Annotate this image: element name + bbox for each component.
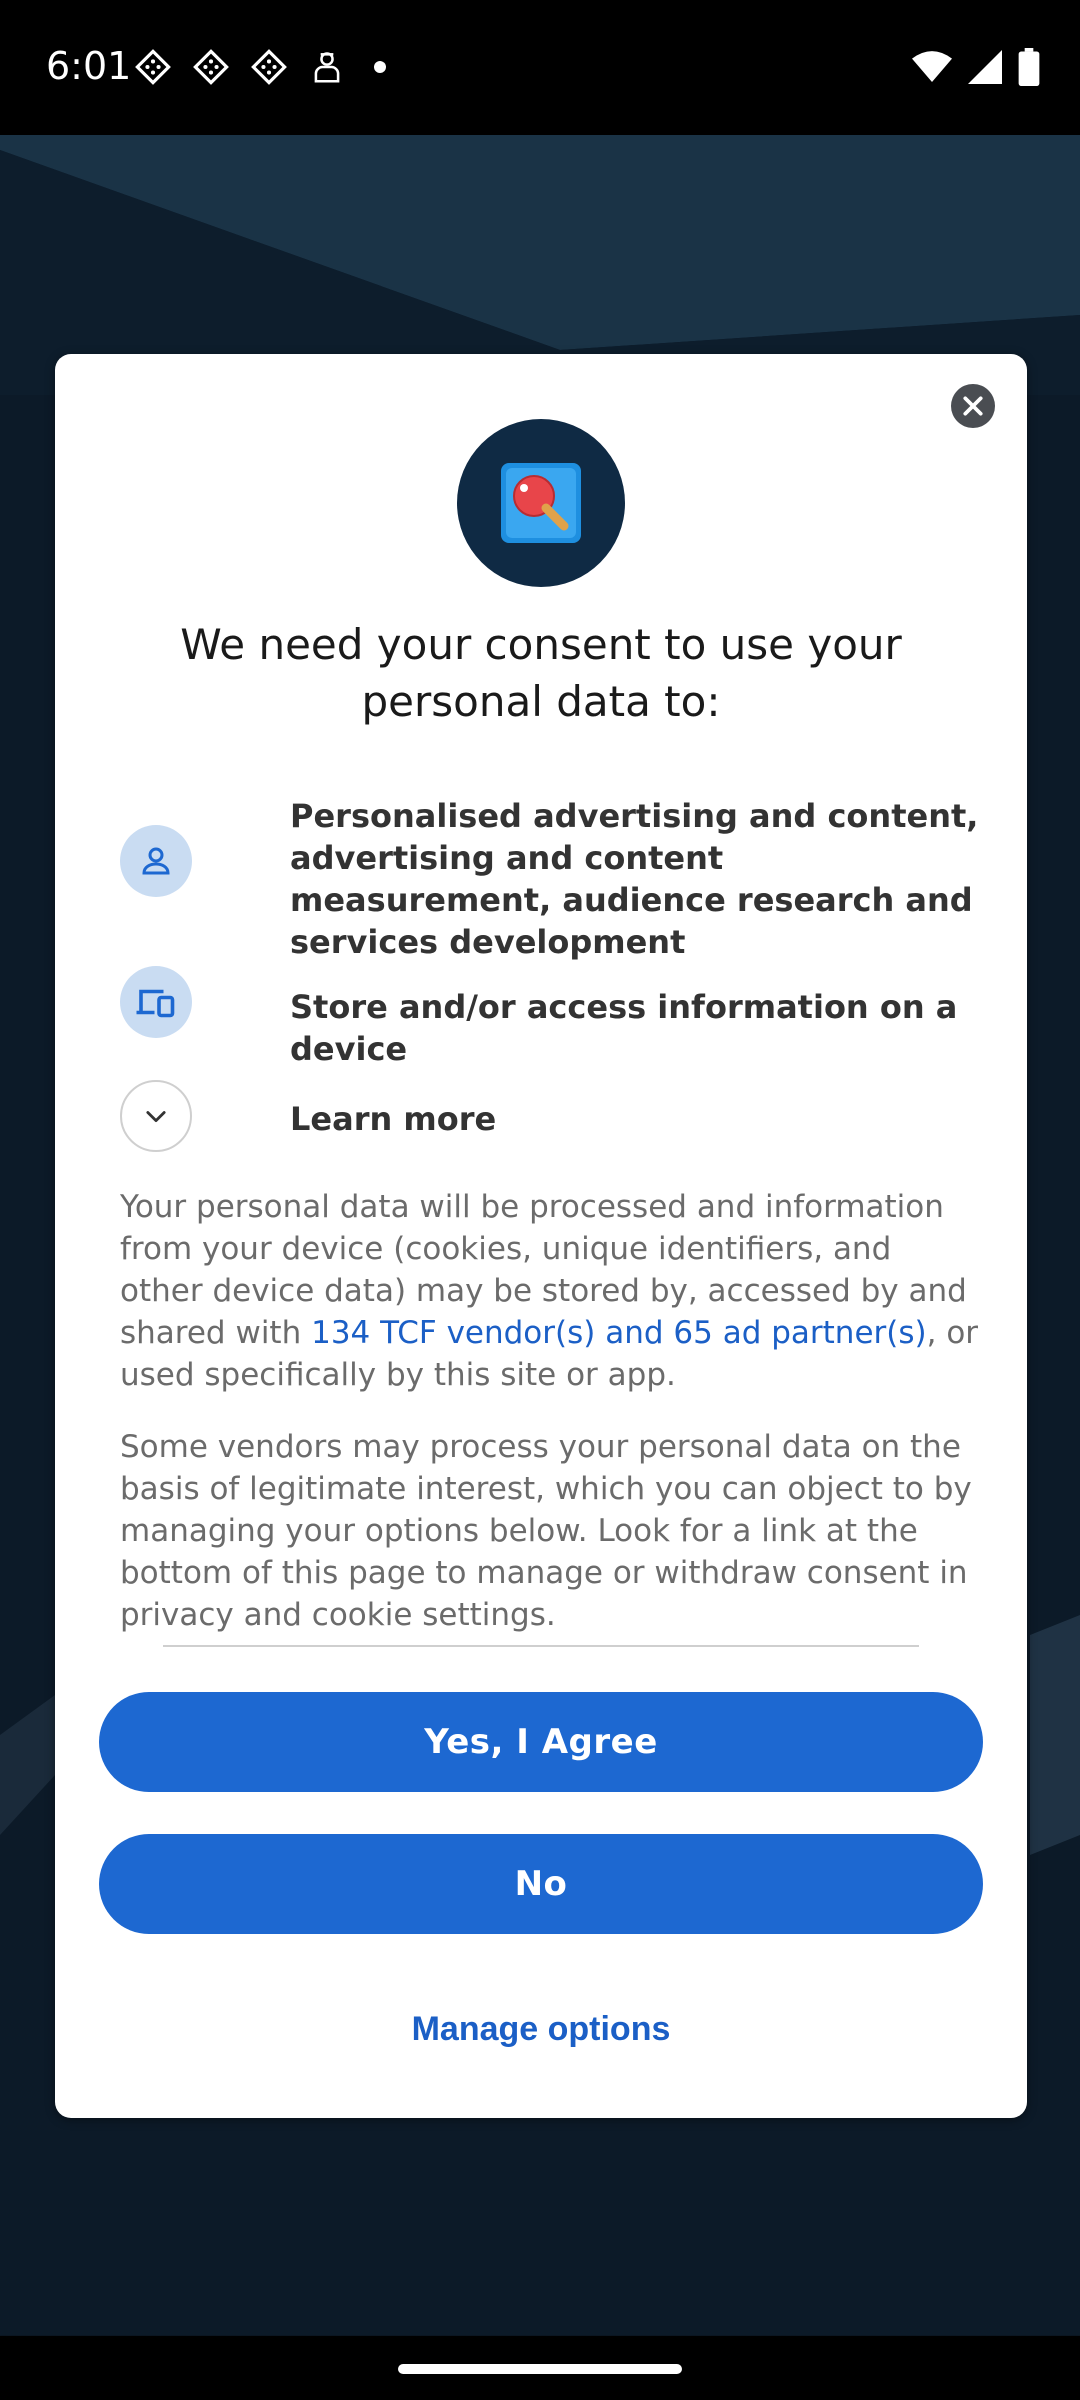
app-notification-icon <box>193 49 229 85</box>
home-gesture-handle[interactable] <box>398 2364 682 2374</box>
ping-pong-paddle-icon <box>501 463 581 543</box>
notification-icons <box>134 48 386 86</box>
system-icons <box>912 48 1040 86</box>
consent-description: Your personal data will be processed and… <box>120 1186 980 1396</box>
person-icon <box>142 847 170 875</box>
app-logo <box>457 419 625 587</box>
battery-icon <box>1018 48 1040 86</box>
purpose-icon <box>120 966 192 1038</box>
dialog-title: We need your consent to use your persona… <box>180 620 902 726</box>
chevron-down-icon <box>146 1111 166 1123</box>
consent-dialog: We need your consent to use your persona… <box>55 354 1027 2118</box>
close-icon <box>963 396 983 416</box>
status-bar: 6:01 <box>0 0 1080 135</box>
purpose-text: Store and/or access information on a dev… <box>290 988 958 1068</box>
manage-options-button[interactable]: Manage options <box>99 1994 983 2064</box>
expand-button[interactable] <box>120 1080 192 1152</box>
worker-app-icon <box>314 52 340 83</box>
learn-more-row[interactable]: Learn more <box>120 1080 970 1160</box>
signal-icon <box>968 50 1002 84</box>
app-notification-icon <box>135 49 171 85</box>
devices-icon <box>136 989 175 1018</box>
status-time: 6:01 <box>46 44 132 88</box>
learn-more-label[interactable]: Learn more <box>290 1098 990 1140</box>
wifi-icon <box>912 51 952 82</box>
purpose-item-advertising: Personalised advertising and content, ad… <box>120 795 978 961</box>
purpose-item-storage: Store and/or access information on a dev… <box>120 966 970 1068</box>
divider <box>163 1645 919 1647</box>
vendors-link[interactable]: 134 TCF vendor(s) and 65 ad partner(s) <box>311 1315 927 1351</box>
no-button[interactable]: No <box>99 1834 983 1934</box>
close-button[interactable] <box>951 384 995 428</box>
agree-button[interactable]: Yes, I Agree <box>99 1692 983 1792</box>
purpose-text: Personalised advertising and content, ad… <box>290 797 979 961</box>
app-notification-icon <box>251 49 287 85</box>
purpose-icon <box>120 825 192 897</box>
legitimate-interest-text: Some vendors may process your personal d… <box>120 1429 972 1633</box>
more-notifications-dot <box>374 61 386 73</box>
